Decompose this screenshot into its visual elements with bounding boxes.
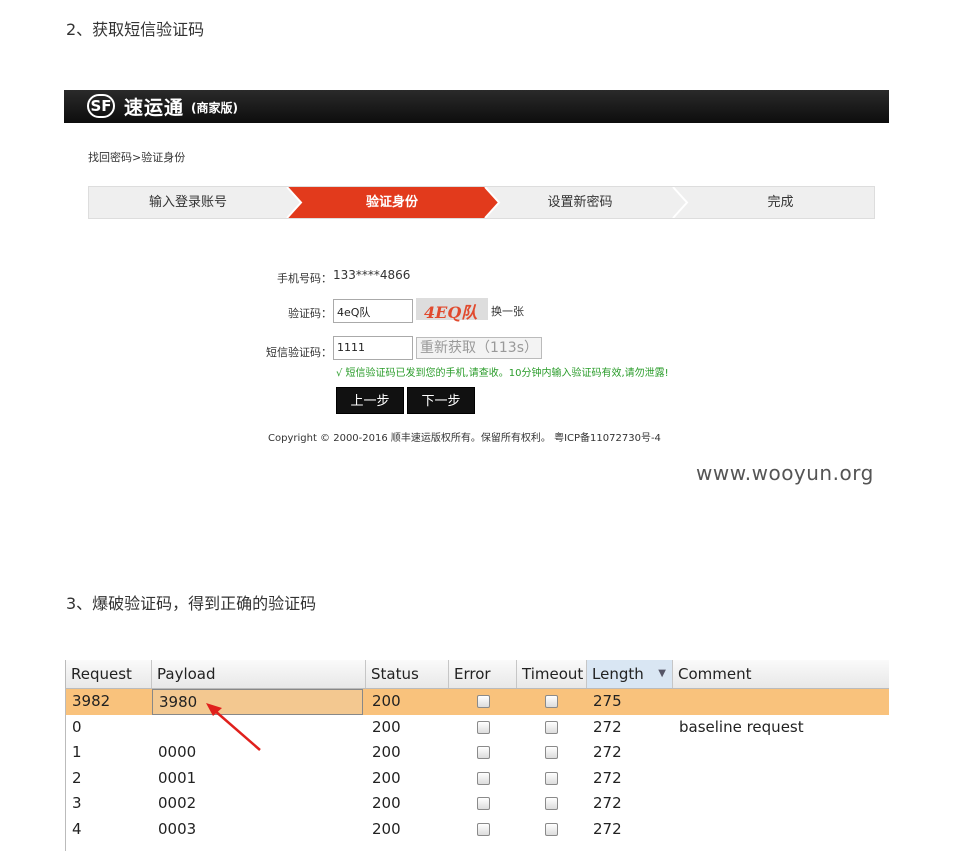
timeout-checkbox[interactable]	[545, 771, 558, 785]
cell-request: 0	[72, 717, 82, 736]
table-header: Request Payload Status Error Timeout Len…	[66, 660, 889, 689]
step-verify-identity: 验证身份	[365, 195, 418, 210]
breadcrumb: 找回密码>验证身份	[88, 151, 186, 164]
step-2-heading: 2、获取短信验证码	[66, 20, 205, 39]
table-row[interactable]: 3 0002 200 272	[66, 791, 889, 817]
step-set-new-password: 设置新密码	[547, 195, 613, 210]
error-checkbox[interactable]	[477, 746, 490, 759]
cell-status: 200	[372, 717, 401, 736]
error-checkbox[interactable]	[477, 720, 490, 734]
sms-sent-hint: √ 短信验证码已发到您的手机,请查收。10分钟内输入验证码有效,请勿泄露!	[336, 368, 669, 379]
column-error[interactable]: Error	[449, 660, 517, 688]
cell-status: 200	[372, 768, 401, 787]
captcha-input[interactable]: 4eQ队	[333, 299, 413, 323]
cell-request: 1	[72, 743, 82, 761]
table-row[interactable]: 0 200 272 baseline request	[66, 715, 889, 741]
cell-request: 3	[72, 794, 82, 812]
cell-comment	[673, 740, 679, 766]
cell-status: 200	[372, 819, 401, 838]
cell-comment	[673, 766, 679, 792]
cell-status: 200	[372, 794, 401, 812]
column-timeout[interactable]: Timeout	[517, 660, 587, 688]
watermark: www.wooyun.org	[696, 461, 874, 485]
sort-descending-icon: ▼	[658, 668, 666, 679]
step-done: 完成	[767, 195, 794, 210]
cell-payload: 0003	[158, 819, 197, 838]
intruder-results-table: Request Payload Status Error Timeout Len…	[65, 660, 889, 851]
cell-comment	[673, 817, 679, 843]
cell-request: 4	[72, 819, 82, 838]
red-arrow-annotation	[206, 703, 261, 751]
progress-steps: 输入登录账号 验证身份 设置新密码 完成	[88, 186, 875, 219]
cell-request: 2	[72, 768, 82, 787]
timeout-checkbox[interactable]	[545, 720, 558, 734]
sf-logo-subtitle: (商家版)	[191, 101, 238, 115]
cell-comment: baseline request	[679, 717, 804, 736]
cell-length: 272	[593, 743, 622, 761]
column-comment[interactable]: Comment	[673, 660, 889, 688]
cell-length: 275	[593, 692, 622, 710]
error-checkbox[interactable]	[477, 797, 490, 810]
captcha-image-text: 4EQ队	[424, 303, 478, 322]
sf-logo-icon: SF	[87, 94, 115, 118]
error-checkbox[interactable]	[477, 695, 490, 708]
timeout-checkbox[interactable]	[545, 822, 558, 836]
step-3-heading: 3、爆破验证码，得到正确的验证码	[66, 594, 317, 613]
cell-length: 272	[593, 819, 622, 838]
cell-comment	[673, 689, 679, 715]
timeout-checkbox[interactable]	[545, 695, 558, 708]
table-row[interactable]: 3982 3980 200 275	[66, 689, 889, 715]
cell-payload: 0001	[158, 768, 197, 787]
cell-payload: 0002	[158, 794, 197, 812]
sms-code-label: 短信验证码：	[266, 346, 332, 359]
table-row[interactable]: 2 0001 200 272	[66, 766, 889, 792]
column-request[interactable]: Request	[66, 660, 152, 688]
previous-step-button[interactable]: 上一步	[336, 387, 404, 414]
timeout-checkbox[interactable]	[545, 746, 558, 759]
captcha-image[interactable]: 4EQ队	[416, 298, 488, 322]
step-enter-account: 输入登录账号	[148, 195, 227, 210]
table-row[interactable]: 4 0003 200 272	[66, 817, 889, 843]
cell-status: 200	[372, 743, 401, 761]
phone-value: 133****4866	[333, 268, 411, 282]
sf-password-recovery-screenshot: SF 速运通 (商家版) 找回密码>验证身份 输入登录账号 验证身份 设置新密码…	[64, 90, 889, 450]
error-checkbox[interactable]	[477, 771, 490, 785]
change-captcha-link[interactable]: 换一张	[491, 303, 524, 319]
captcha-label: 验证码：	[288, 307, 332, 320]
column-length[interactable]: Length ▼	[587, 660, 673, 688]
table-row[interactable]: 1 0000 200 272	[66, 740, 889, 766]
cell-status: 200	[372, 692, 401, 710]
cell-payload	[152, 715, 158, 741]
resend-sms-button[interactable]: 重新获取（113s）	[416, 337, 542, 359]
column-length-label: Length	[592, 665, 644, 683]
cell-request: 3982	[72, 692, 111, 710]
sms-code-input[interactable]: 1111	[333, 336, 413, 360]
timeout-checkbox[interactable]	[545, 797, 558, 810]
next-step-button[interactable]: 下一步	[407, 387, 475, 414]
sf-header-bar: SF 速运通 (商家版)	[64, 90, 889, 123]
column-status[interactable]: Status	[366, 660, 449, 688]
cell-payload: 0000	[158, 743, 197, 761]
column-payload[interactable]: Payload	[152, 660, 366, 688]
sf-logo-text: 速运通	[124, 97, 185, 119]
cell-length: 272	[593, 768, 622, 787]
cell-length: 272	[593, 794, 622, 812]
cell-comment	[673, 791, 679, 817]
error-checkbox[interactable]	[477, 822, 490, 836]
cell-length: 272	[593, 717, 622, 736]
copyright: Copyright © 2000-2016 顺丰速运版权所有。保留所有权利。 粤…	[268, 433, 661, 444]
phone-label: 手机号码：	[277, 272, 332, 285]
